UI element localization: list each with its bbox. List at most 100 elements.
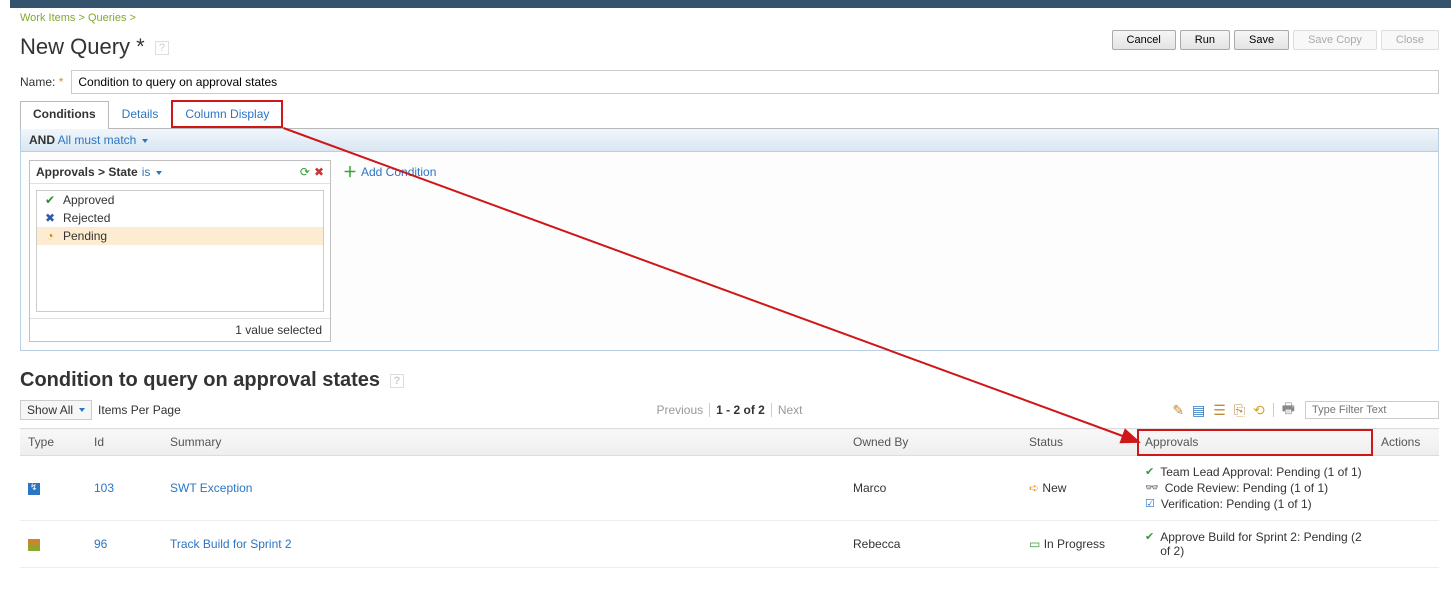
add-condition-label: Add Condition (361, 165, 436, 179)
columns-icon[interactable]: ☰ (1213, 402, 1226, 419)
approvals-cell: ✔ Team Lead Approval: Pending (1 of 1) 👓 C… (1137, 456, 1373, 521)
check-icon: ✔ (43, 193, 57, 207)
tab-conditions[interactable]: Conditions (20, 101, 109, 129)
chevron-down-icon (142, 139, 148, 143)
name-input[interactable] (71, 70, 1439, 94)
pager-range: 1 - 2 of 2 (716, 403, 765, 417)
results-action-icons: ✎ ▤ ☰ ⎘ ⟲ 🖶 (1172, 398, 1295, 422)
results-title: Condition to query on approval states ? (20, 369, 1439, 392)
run-button[interactable]: Run (1180, 30, 1230, 50)
print-icon[interactable]: 🖶 (1282, 398, 1295, 422)
status-cell: ➪ New (1021, 456, 1137, 521)
show-all-label: Show All (27, 403, 73, 417)
match-mode-label: All must match (58, 133, 137, 147)
breadcrumb-queries[interactable]: Queries (88, 12, 127, 24)
column-status[interactable]: Status (1021, 429, 1137, 456)
add-condition-link[interactable]: ＋ Add Condition (343, 162, 436, 182)
breadcrumb: Work Items > Queries > (20, 8, 1439, 26)
pager-previous: Previous (656, 403, 703, 417)
export-icon[interactable]: ⎘ (1234, 402, 1245, 419)
top-bar (10, 0, 1451, 8)
option-label: Pending (63, 229, 107, 243)
work-item-type-icon: ↯ (28, 483, 40, 495)
condition-operator-label: is (142, 165, 151, 179)
save-copy-button: Save Copy (1293, 30, 1377, 50)
close-button[interactable]: Close (1381, 30, 1439, 50)
divider (709, 403, 710, 417)
status-label: In Progress (1044, 537, 1105, 551)
approval-label: Verification: Pending (1 of 1) (1161, 497, 1312, 511)
status-progress-icon: ▭ (1029, 537, 1040, 551)
breadcrumb-work-items[interactable]: Work Items (20, 12, 75, 24)
reject-icon: ✖ (43, 211, 57, 225)
help-icon[interactable]: ? (155, 41, 169, 55)
match-mode-dropdown[interactable]: All must match (58, 133, 148, 147)
approval-pending-icon: ✔ (1145, 465, 1154, 478)
plus-icon: ＋ (343, 162, 357, 182)
owned-by-cell: Rebecca (845, 521, 1021, 568)
refresh-icon[interactable]: ⟲ (1253, 402, 1265, 419)
results-title-text: Condition to query on approval states (20, 369, 380, 391)
conditions-mode-bar: AND All must match (20, 129, 1439, 152)
condition-attribute[interactable]: Approvals > State (36, 165, 138, 179)
show-all-dropdown[interactable]: Show All (20, 400, 92, 420)
work-item-summary-link[interactable]: SWT Exception (170, 481, 252, 495)
condition-value-list[interactable]: ✔ Approved ✖ Rejected ◔ Pending (36, 190, 324, 312)
action-button-row: Cancel Run Save Save Copy Close (1112, 30, 1439, 50)
pending-icon: ◔ (43, 229, 57, 243)
table-row[interactable]: 96 Track Build for Sprint 2 Rebecca ▭ In… (20, 521, 1439, 568)
column-id[interactable]: Id (86, 429, 162, 456)
approval-label: Approve Build for Sprint 2: Pending (2 o… (1160, 530, 1365, 558)
work-item-id-link[interactable]: 103 (94, 481, 114, 495)
verify-icon: ☑ (1145, 497, 1155, 510)
pager: Previous 1 - 2 of 2 Next (656, 403, 802, 417)
help-icon[interactable]: ? (390, 374, 405, 388)
divider (771, 403, 772, 417)
and-label: AND (29, 133, 55, 147)
name-label: Name: * (20, 75, 63, 89)
chevron-down-icon (156, 171, 162, 175)
condition-option-pending[interactable]: ◔ Pending (37, 227, 323, 245)
name-label-text: Name: (20, 75, 55, 89)
status-new-icon: ➪ (1029, 481, 1039, 495)
approval-pending-icon: ✔ (1145, 530, 1154, 543)
save-button[interactable]: Save (1234, 30, 1289, 50)
delete-icon[interactable]: ✖ (314, 165, 324, 179)
edit-icon[interactable]: ✎ (1172, 402, 1184, 419)
condition-option-rejected[interactable]: ✖ Rejected (37, 209, 323, 227)
page-title: New Query * ? (20, 34, 169, 60)
column-actions[interactable]: Actions (1373, 429, 1439, 456)
approval-label: Team Lead Approval: Pending (1 of 1) (1160, 465, 1361, 479)
chevron-down-icon (79, 408, 85, 412)
page-title-text: New Query * (20, 34, 145, 59)
tab-details[interactable]: Details (109, 101, 172, 129)
results-table: Type Id Summary Owned By Status Approval… (20, 428, 1439, 568)
status-cell: ▭ In Progress (1021, 521, 1137, 568)
column-summary[interactable]: Summary (162, 429, 845, 456)
review-icon: 👓 (1145, 481, 1159, 494)
divider (1273, 403, 1274, 417)
column-approvals[interactable]: Approvals (1137, 429, 1373, 456)
condition-card: Approvals > State is ⟳ ✖ ✔ Approved ✖ Re… (29, 160, 331, 342)
column-owned-by[interactable]: Owned By (845, 429, 1021, 456)
owned-by-cell: Marco (845, 456, 1021, 521)
status-label: New (1042, 481, 1066, 495)
filter-text-input[interactable] (1305, 401, 1439, 419)
approvals-cell: ✔ Approve Build for Sprint 2: Pending (2 … (1137, 521, 1373, 568)
approval-label: Code Review: Pending (1 of 1) (1165, 481, 1328, 495)
work-item-summary-link[interactable]: Track Build for Sprint 2 (170, 537, 292, 551)
condition-option-approved[interactable]: ✔ Approved (37, 191, 323, 209)
table-row[interactable]: ↯ 103 SWT Exception Marco ➪ New ✔ Team Le… (20, 456, 1439, 521)
cancel-button[interactable]: Cancel (1112, 30, 1176, 50)
work-item-id-link[interactable]: 96 (94, 537, 107, 551)
condition-operator-dropdown[interactable]: is (142, 165, 162, 179)
items-per-page-label: Items Per Page (98, 403, 181, 417)
tab-column-display[interactable]: Column Display (171, 100, 283, 128)
pager-next: Next (778, 403, 803, 417)
conditions-body: Approvals > State is ⟳ ✖ ✔ Approved ✖ Re… (20, 152, 1439, 351)
bulk-edit-icon[interactable]: ▤ (1192, 402, 1205, 419)
undo-icon[interactable]: ⟳ (300, 165, 310, 179)
column-type[interactable]: Type (20, 429, 86, 456)
condition-footer: 1 value selected (30, 318, 330, 341)
tab-strip: Conditions Details Column Display (20, 100, 1439, 129)
